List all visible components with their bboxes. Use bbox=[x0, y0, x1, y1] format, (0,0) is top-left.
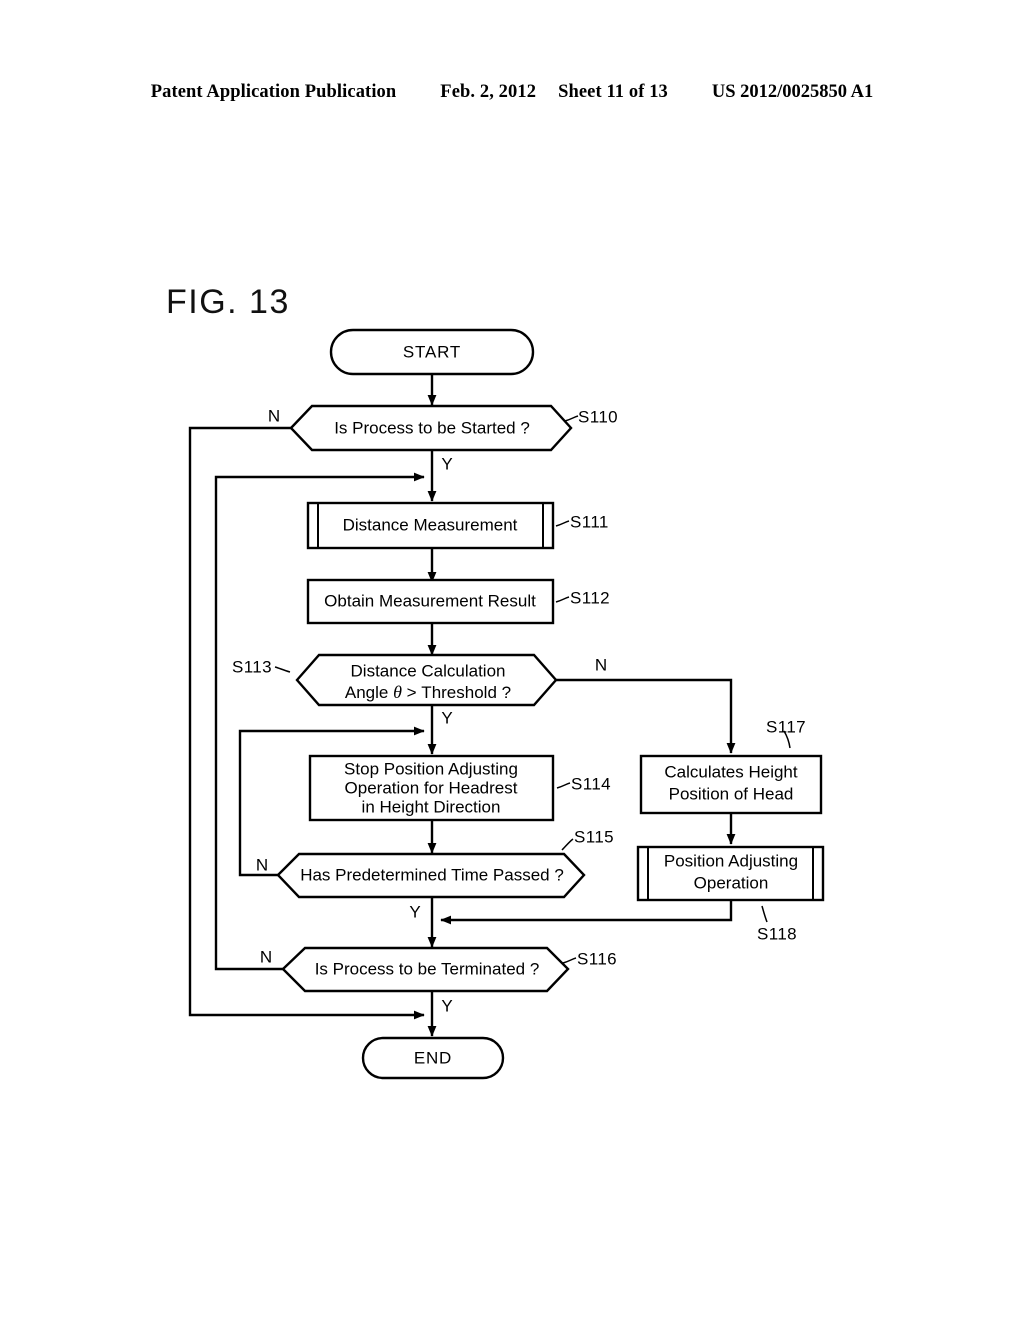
branch-s110-no: N bbox=[268, 406, 280, 425]
node-s110-step: S110 bbox=[578, 407, 618, 426]
edge-s113-no-to-s117 bbox=[556, 678, 736, 754]
branch-s110-yes: Y bbox=[441, 454, 452, 473]
node-s118-step: S118 bbox=[757, 924, 797, 943]
node-s116-step: S116 bbox=[577, 949, 617, 968]
node-s116-label: Is Process to be Terminated ? bbox=[315, 959, 540, 978]
node-s112-step: S112 bbox=[570, 588, 610, 607]
node-s113-label-line2: Angle θ > Threshold ? bbox=[345, 682, 511, 702]
node-s111-step: S111 bbox=[570, 512, 609, 531]
node-s112-label: Obtain Measurement Result bbox=[324, 591, 536, 610]
node-s113-line2-pre: Angle bbox=[345, 683, 393, 702]
branch-s113-no: N bbox=[595, 655, 607, 674]
node-s112: Obtain Measurement Result S112 bbox=[306, 578, 610, 625]
node-s113-theta: θ bbox=[393, 682, 402, 702]
node-s114-label-line2: Operation for Headrest bbox=[345, 778, 518, 797]
node-start: START bbox=[329, 328, 535, 376]
node-s115: Has Predetermined Time Passed ? S115 N Y bbox=[256, 827, 614, 921]
node-s118: Position Adjusting Operation S118 bbox=[636, 845, 825, 943]
node-s117-label-line1: Calculates Height bbox=[664, 762, 798, 781]
node-s111: Distance Measurement S111 bbox=[306, 501, 609, 550]
node-s114-step: S114 bbox=[571, 774, 611, 793]
node-s117-step: S117 bbox=[766, 717, 806, 736]
node-s113: Distance Calculation Angle θ > Threshold… bbox=[232, 653, 607, 727]
branch-s115-yes: Y bbox=[409, 902, 420, 921]
patent-figure-page: Patent Application Publication Feb. 2, 2… bbox=[0, 0, 1024, 1320]
node-s111-label: Distance Measurement bbox=[343, 515, 518, 534]
node-end: END bbox=[361, 1036, 505, 1080]
node-s113-label-line1: Distance Calculation bbox=[351, 661, 506, 680]
node-s113-line2-post: > Threshold ? bbox=[402, 683, 511, 702]
flowchart-diagram: START Is Process to be Started ? S110 N … bbox=[188, 328, 825, 1080]
node-s114-label-line1: Stop Position Adjusting bbox=[344, 759, 518, 778]
node-end-label: END bbox=[414, 1048, 452, 1067]
branch-s116-yes: Y bbox=[441, 996, 452, 1015]
node-s115-label: Has Predetermined Time Passed ? bbox=[300, 865, 564, 884]
node-s118-label-line1: Position Adjusting bbox=[664, 851, 798, 870]
node-s118-label-line2: Operation bbox=[694, 873, 769, 892]
node-s114-label-line3: in Height Direction bbox=[362, 797, 501, 816]
node-s113-step: S113 bbox=[232, 657, 272, 676]
node-s110: Is Process to be Started ? S110 N Y bbox=[268, 404, 618, 473]
node-s110-label: Is Process to be Started ? bbox=[334, 418, 530, 437]
node-s117-label-line2: Position of Head bbox=[669, 784, 794, 803]
node-s116: Is Process to be Terminated ? S116 N Y bbox=[260, 946, 617, 1015]
node-start-label: START bbox=[403, 342, 461, 361]
node-s114: Stop Position Adjusting Operation for He… bbox=[308, 754, 611, 822]
branch-s115-no: N bbox=[256, 855, 268, 874]
branch-s113-yes: Y bbox=[441, 708, 452, 727]
node-s115-step: S115 bbox=[574, 827, 614, 846]
branch-s116-no: N bbox=[260, 947, 272, 966]
edge-s118-to-main-column bbox=[440, 900, 733, 925]
